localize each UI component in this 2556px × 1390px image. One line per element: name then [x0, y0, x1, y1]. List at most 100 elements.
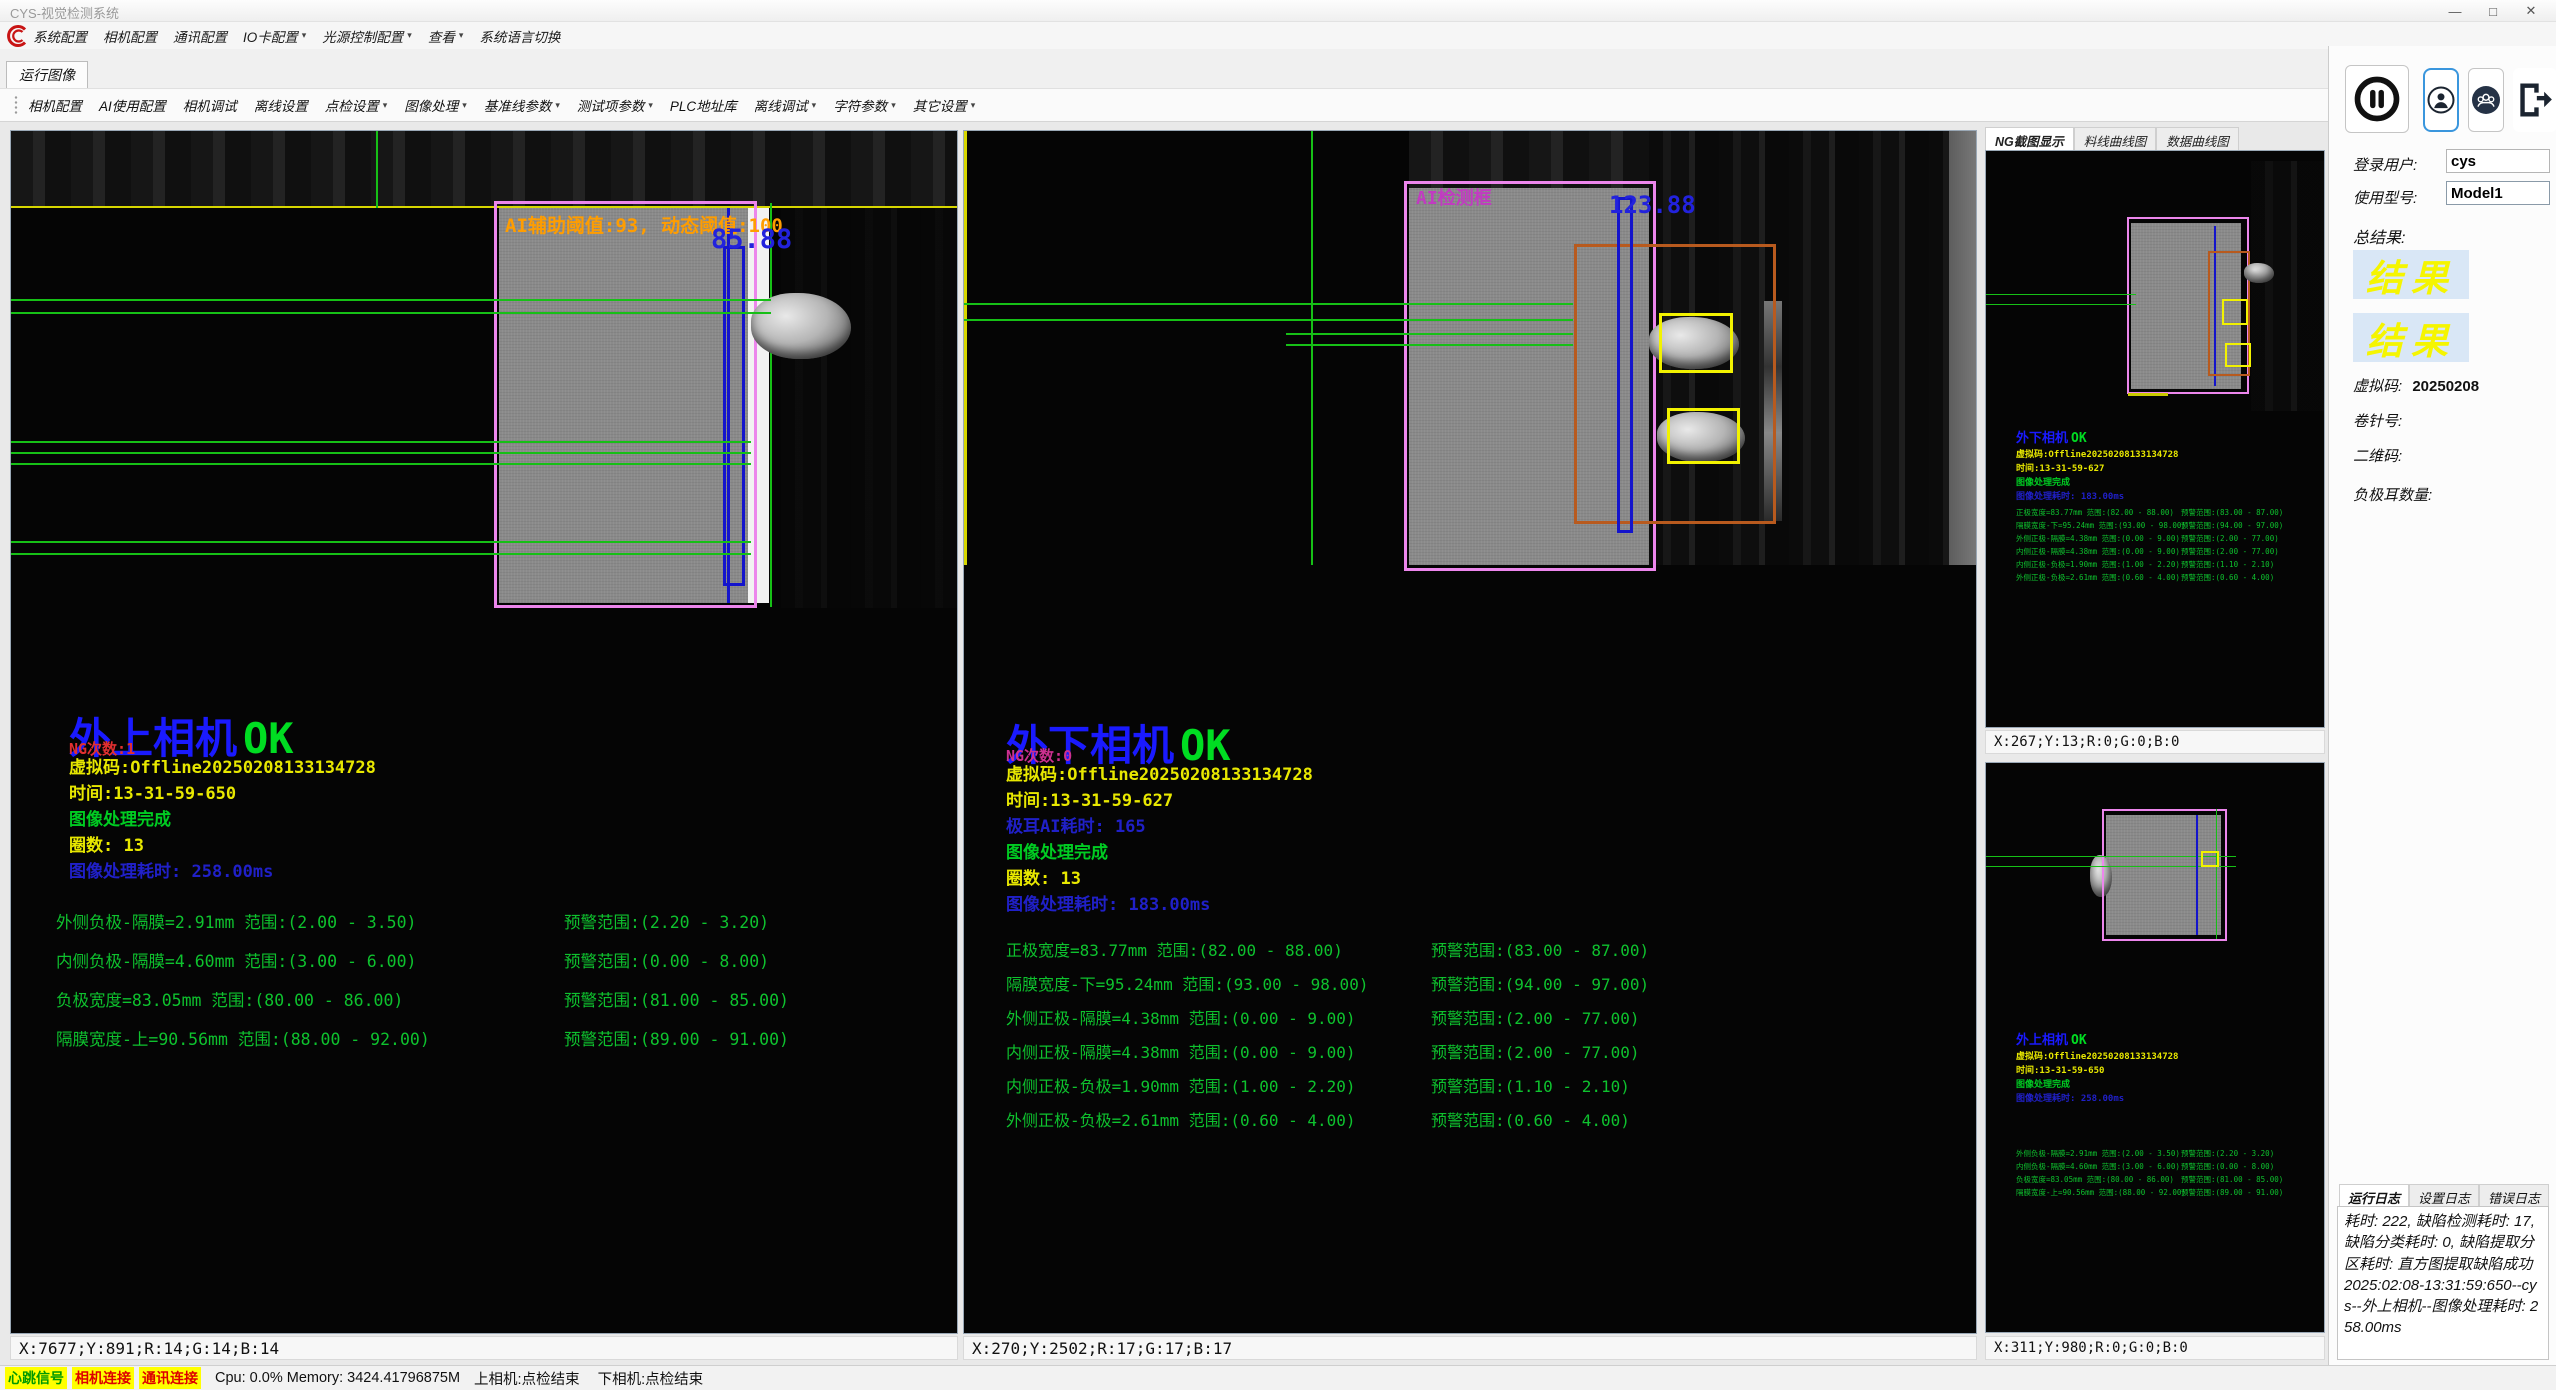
center-blue-measure-box: [1617, 197, 1633, 533]
preview2-green-vline: [2216, 809, 2217, 939]
logout-button[interactable]: [2513, 68, 2556, 132]
login-user-label: 登录用户:: [2353, 154, 2417, 175]
left-metal-tab: [751, 293, 851, 359]
toolbar-item[interactable]: 相机配置: [28, 95, 82, 115]
chevron-down-icon: ▾: [407, 30, 412, 41]
center-pixel-coordinates: X:270;Y:2502;R:17;G:17;B:17: [963, 1336, 1977, 1360]
left-virtual-code: 虚拟码:Offline20250208133134728: [69, 753, 376, 778]
preview1-yellow-box-2: [2225, 343, 2251, 367]
qr-code-label: 二维码:: [2353, 445, 2402, 466]
app-logo-icon: [4, 24, 30, 48]
preview2-measurements: 外侧负极-隔膜=2.91mm 范围:(2.00 - 3.50) 预警范围:(2.…: [2016, 1148, 2283, 1200]
chevron-down-icon: ▾: [555, 100, 560, 111]
left-measurement-list: 外侧负极-隔膜=2.91mm 范围:(2.00 - 3.50) 预警范围:(2.…: [56, 909, 789, 1065]
right-sidebar: 登录用户: 使用型号: 总结果: 结果 结果 虚拟码: 20250208 卷针号…: [2328, 46, 2556, 1365]
measurement-row: 隔膜宽度-下=95.24mm 范围:(93.00 - 98.00) 预警范围:(…: [2016, 520, 2283, 533]
left-green-hline: [11, 452, 751, 454]
preview-tab[interactable]: 料线曲线图: [2074, 127, 2157, 150]
left-process-time: 图像处理耗时: 258.00ms: [69, 857, 273, 882]
tab-run-image[interactable]: 运行图像: [6, 61, 88, 88]
center-roller-edge: [1949, 131, 1977, 565]
chevron-down-icon: ▾: [648, 100, 653, 111]
user-button[interactable]: [2423, 68, 2459, 132]
measurement-row: 外侧正极-隔膜=4.38mm 范围:(0.00 - 9.00) 预警范围:(2.…: [1006, 1005, 1649, 1039]
toolbar-item[interactable]: 字符参数 ▾: [833, 95, 896, 115]
user-icon: [2426, 82, 2456, 118]
menu-item[interactable]: 相机配置: [103, 26, 157, 46]
left-green-hline: [11, 553, 751, 555]
toolbar-items: 相机配置 AI使用配置 相机调试 离线设置 点检设置 ▾ 图像处理 ▾: [28, 95, 992, 115]
left-process-done: 图像处理完成: [69, 805, 171, 830]
measurement-row: 内侧正极-负极=1.90mm 范围:(1.00 - 2.20) 预警范围:(1.…: [1006, 1073, 1649, 1107]
preview2-roi-box: [2102, 809, 2227, 941]
center-camera-view[interactable]: AI检测框 123.88 外下相机OK NG次数:0 虚拟码:Offline20…: [963, 130, 1977, 1334]
chevron-down-icon: ▾: [971, 100, 976, 111]
preview1-machinery: [2251, 161, 2325, 411]
toolbar-item[interactable]: 离线调试 ▾: [754, 95, 817, 115]
measurement-row: 外侧负极-隔膜=2.91mm 范围:(2.00 - 3.50) 预警范围:(2.…: [2016, 1148, 2283, 1161]
left-green-hline: [11, 441, 751, 443]
toolbar-item[interactable]: PLC地址库: [670, 95, 737, 115]
menu-item[interactable]: 查看 ▾: [428, 26, 464, 46]
center-measure-value: 123.88: [1609, 191, 1696, 219]
toolbar-item[interactable]: 基准线参数 ▾: [484, 95, 560, 115]
preview2-green-hline: [1986, 856, 2236, 857]
toolbar-item[interactable]: 离线设置: [254, 95, 308, 115]
run-log-text[interactable]: 耗时: 222, 缺陷检测耗时: 17, 缺陷分类耗时: 0, 缺陷提取分区耗时…: [2337, 1206, 2549, 1360]
left-green-edge-line: [770, 203, 772, 607]
preview2-time: 时间:13-31-59-650: [2016, 1063, 2104, 1076]
preview1-metal-tab: [2244, 263, 2274, 283]
virtual-code-value: 20250208: [2412, 378, 2479, 395]
ng-preview-upper[interactable]: 外下相机OK 虚拟码:Offline20250208133134728 时间:1…: [1985, 150, 2325, 728]
measurement-row: 外侧负极-隔膜=2.91mm 范围:(2.00 - 3.50) 预警范围:(2.…: [56, 909, 789, 948]
left-machinery-right: [781, 208, 958, 608]
toolbar-grip-handle[interactable]: [14, 95, 18, 115]
comm-connect-badge: 通讯连接: [139, 1367, 201, 1389]
toolbar-item[interactable]: 测试项参数 ▾: [577, 95, 653, 115]
ng-preview-lower[interactable]: 外上相机OK 虚拟码:Offline20250208133134728 时间:1…: [1985, 762, 2325, 1333]
center-yellow-tab-box-1: [1659, 313, 1733, 373]
users-button[interactable]: [2468, 68, 2504, 132]
measurement-row: 外侧正极-负极=2.61mm 范围:(0.60 - 4.00) 预警范围:(0.…: [2016, 572, 2283, 585]
measurement-row: 内侧负极-隔膜=4.60mm 范围:(3.00 - 6.00) 预警范围:(0.…: [2016, 1161, 2283, 1174]
menu-items: 系统配置 相机配置 通讯配置 IO卡配置 ▾ 光源控制配置 ▾ 查看 ▾: [33, 26, 576, 46]
toolbar-item[interactable]: 相机调试: [183, 95, 237, 115]
measurement-row: 外侧正极-负极=2.61mm 范围:(0.60 - 4.00) 预警范围:(0.…: [1006, 1107, 1649, 1141]
menu-item[interactable]: 系统配置: [33, 26, 87, 46]
preview1-green-hline: [1986, 304, 2136, 305]
maximize-button[interactable]: □: [2474, 0, 2512, 22]
preview2-virtual-code: 虚拟码:Offline20250208133134728: [2016, 1049, 2178, 1062]
center-loop-count: 圈数: 13: [1006, 864, 1081, 889]
users-group-icon: [2470, 84, 2502, 116]
status-bar: 心跳信号 相机连接 通讯连接 Cpu: 0.0% Memory: 3424.41…: [0, 1365, 2556, 1390]
menu-item[interactable]: 光源控制配置 ▾: [322, 26, 412, 46]
left-blue-measure-box: [723, 246, 745, 586]
login-user-input[interactable]: [2446, 149, 2550, 173]
preview2-camera-title: 外上相机OK: [2016, 1029, 2087, 1048]
roll-pin-label: 卷针号:: [2353, 410, 2402, 431]
toolbar-item[interactable]: 其它设置 ▾: [913, 95, 976, 115]
left-camera-view[interactable]: AI辅助阈值:93, 动态阈值:100 85.88 外上相机OK NG次数:1 …: [10, 130, 958, 1334]
pause-button[interactable]: [2345, 65, 2409, 133]
measurement-row: 正极宽度=83.77mm 范围:(82.00 - 88.00) 预警范围:(83…: [1006, 937, 1649, 971]
minimize-button[interactable]: —: [2436, 0, 2474, 22]
preview1-measurements: 正极宽度=83.77mm 范围:(82.00 - 88.00) 预警范围:(83…: [2016, 507, 2283, 585]
model-input[interactable]: [2446, 181, 2550, 205]
menu-item[interactable]: 通讯配置: [173, 26, 227, 46]
toolbar-item[interactable]: 图像处理 ▾: [404, 95, 467, 115]
menu-item[interactable]: IO卡配置 ▾: [243, 26, 306, 46]
menu-item[interactable]: 系统语言切换: [479, 26, 560, 46]
center-green-hline: [1286, 333, 1573, 335]
left-roi-box: [494, 201, 757, 608]
measurement-row: 内侧正极-负极=1.90mm 范围:(1.00 - 2.20) 预警范围:(1.…: [2016, 559, 2283, 572]
toolbar-item[interactable]: AI使用配置: [99, 95, 166, 115]
close-button[interactable]: ✕: [2512, 0, 2550, 22]
preview-tab-bar: NG截图显示料线曲线图数据曲线图: [1985, 127, 2345, 150]
menu-bar: 系统配置 相机配置 通讯配置 IO卡配置 ▾ 光源控制配置 ▾ 查看 ▾: [0, 22, 2556, 49]
center-green-hline: [1286, 344, 1573, 346]
preview-tab[interactable]: NG截图显示: [1985, 127, 2074, 150]
preview1-camera-title: 外下相机OK: [2016, 427, 2087, 446]
preview1-yellow-box-1: [2222, 299, 2248, 325]
preview-tab[interactable]: 数据曲线图: [2156, 127, 2239, 150]
toolbar-item[interactable]: 点检设置 ▾: [325, 95, 388, 115]
